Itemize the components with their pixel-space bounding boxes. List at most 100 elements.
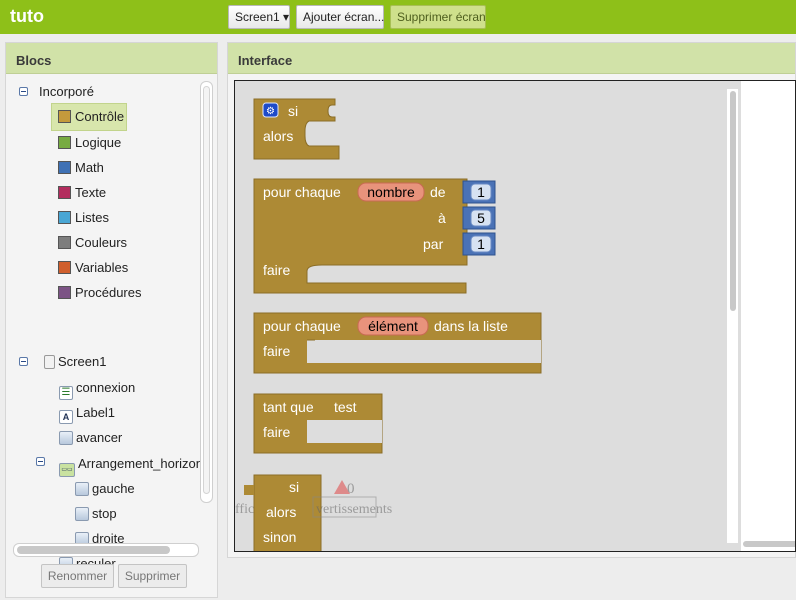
component-gauche[interactable]: gauche [75,479,135,499]
component-label: avancer [76,430,123,445]
category-label: Variables [75,260,129,275]
block-category-couleurs[interactable]: Couleurs [58,233,127,253]
category-color-swatch [58,161,71,174]
block-category-math[interactable]: Math [58,158,104,178]
button-icon [75,507,89,521]
category-color-swatch [58,261,71,274]
while-block[interactable]: tant que test faire [253,393,383,454]
block-category-logique[interactable]: Logique [58,133,121,153]
category-label: Listes [75,210,109,225]
category-label: Contrôle [75,109,125,124]
warning-count: 0 [347,481,355,497]
category-label: Couleurs [75,235,128,250]
button-icon [75,482,89,496]
step-value: 1 [477,236,485,252]
category-label: Math [75,160,104,175]
variable-element: élément [368,318,418,334]
warnings-text-right: vertissements [316,502,392,517]
viewer-title: Interface [228,43,795,74]
arrangement-icon: ▭▭ [59,463,75,477]
delete-button[interactable]: Supprimer [118,564,187,588]
math-block-step[interactable]: 1 [462,232,496,256]
block-category-variables[interactable]: Variables [58,258,128,278]
block-category-texte[interactable]: Texte [58,183,106,203]
from-value: 1 [477,184,485,200]
rename-button[interactable]: Renommer [41,564,114,588]
then-label: alors [263,128,293,144]
while-test-label: test [334,399,357,415]
workspace-right-area [741,81,795,551]
category-color-swatch [58,136,71,149]
if-block[interactable]: ⚙ si alors [253,98,341,160]
else-then-label: alors [266,504,296,520]
blocks-panel: Blocs Incorporé Contrôle Logique Math Texte… [5,42,218,598]
blocks-scrollbar[interactable] [200,81,213,503]
tree-screen1[interactable]: Screen1 [44,352,106,372]
component-label1[interactable]: A Label1 [59,403,116,424]
category-color-swatch [58,286,71,299]
warnings-text-left: ffic [235,502,254,517]
block-category-listes[interactable]: Listes [58,208,109,228]
else-label: sinon [263,529,296,545]
while-do-label: faire [263,424,290,440]
workspace-hscrollbar-thumb[interactable] [743,541,795,547]
math-block-from[interactable]: 1 [462,180,496,204]
component-label: Label1 [76,405,116,420]
else-if-label: si [289,479,299,495]
component-stop[interactable]: stop [75,504,117,524]
blocks-workspace[interactable]: ⚙ si alors pour chaque nombre de à par f… [234,80,796,552]
block-category-procedures[interactable]: Procédures [58,283,141,303]
workspace-vscrollbar-thumb[interactable] [730,91,736,311]
screen-select[interactable]: Screen1 ▾ [228,5,290,29]
category-label: Texte [75,185,107,200]
for-do-label: faire [263,262,290,278]
blocks-scrollbar-thumb[interactable] [203,86,210,494]
if-label: si [288,103,298,119]
button-icon [59,431,73,445]
add-screen-button[interactable]: Ajouter écran... [296,5,384,29]
component-arrangement_horizontal1[interactable]: ▭▭Arrangement_horizontal1 [59,454,206,477]
collapse-toggle-arrangement1[interactable] [36,457,45,466]
list-picker-icon: ☰ [59,386,73,400]
component-label: connexion [76,380,136,395]
step-label: par [423,236,444,252]
component-connexion[interactable]: ☰ connexion [59,378,136,400]
top-bar: tuto Screen1 ▾ Ajouter écran... Supprime… [0,0,796,34]
screen-label: Screen1 [58,354,107,369]
workspace-vscrollbar[interactable] [726,89,738,543]
category-color-swatch [58,211,71,224]
label-icon: A [59,410,73,424]
for-each-do-label: faire [263,343,290,359]
block-category-controle[interactable]: Contrôle [51,103,127,131]
in-list-label: dans la liste [434,318,508,334]
for-each-block[interactable]: pour chaque élément dans la liste faire [253,312,542,374]
workspace-hscrollbar[interactable] [741,539,795,549]
to-label: à [438,210,446,226]
to-value: 5 [477,210,485,226]
for-range-block[interactable]: pour chaque nombre de à par faire 1 5 1 [253,178,496,294]
app-title: tuto [10,6,44,26]
blocks-panel-title: Blocs [6,43,217,74]
gear-glyph: ⚙ [266,106,275,117]
screen-icon [44,355,55,369]
if-else-block[interactable]: si alors sinon [244,474,322,552]
category-label: Logique [75,135,122,150]
category-color-swatch [58,236,71,249]
component-avancer[interactable]: avancer [59,428,122,448]
math-block-to[interactable]: 5 [462,206,496,230]
blocks-tree: Incorporé Contrôle Logique Math Texte Listes… [6,75,206,575]
tree-builtin[interactable]: Incorporé [39,82,94,102]
component-label: gauche [92,481,135,496]
collapse-toggle-builtin[interactable] [19,87,28,96]
from-label: de [430,184,446,200]
component-label: Arrangement_horizontal1 [78,456,206,471]
blocks-hscrollbar-thumb[interactable] [17,546,170,554]
variable-nombre: nombre [367,184,415,200]
workspace-canvas: ⚙ si alors pour chaque nombre de à par f… [235,98,542,552]
blocks-hscrollbar[interactable] [13,543,199,557]
collapse-toggle-screen[interactable] [19,357,28,366]
while-label: tant que [263,399,314,415]
remove-screen-button: Supprimer écran [390,5,486,29]
component-label: stop [92,506,117,521]
for-each-number-label: pour chaque [263,184,341,200]
